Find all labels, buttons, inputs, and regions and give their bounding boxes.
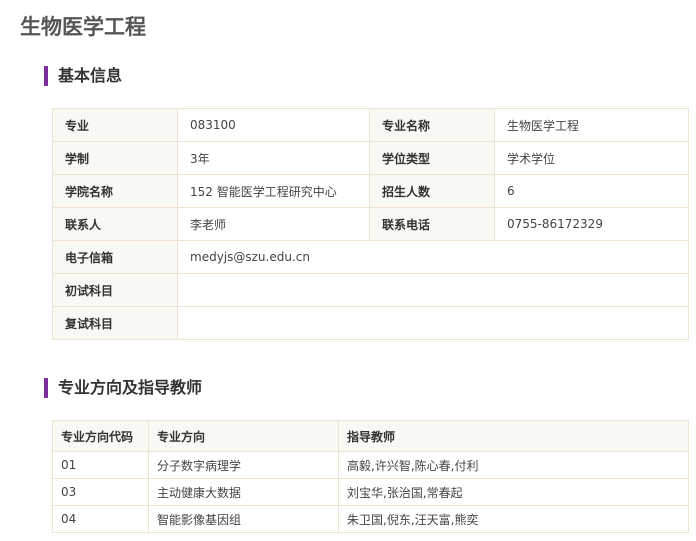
header-code: 专业方向代码 [52, 420, 149, 452]
major-name-label: 专业名称 [369, 108, 495, 142]
page-title: 生物医学工程 [20, 15, 146, 39]
basic-info-table: 专业 083100 专业名称 生物医学工程 学制 3年 学位类型 学术学位 学院… [52, 108, 689, 340]
direction-code: 04 [52, 505, 149, 533]
retest-label: 复试科目 [52, 306, 178, 340]
table-row: 电子信箱 medyjs@szu.edu.cn [52, 240, 689, 274]
table-row: 初试科目 [52, 273, 689, 307]
table-row: 联系人 李老师 联系电话 0755-86172329 [52, 207, 689, 241]
enrollment-value: 6 [494, 174, 689, 208]
college-value: 152 智能医学工程研究中心 [177, 174, 370, 208]
direction-name: 主动健康大数据 [148, 478, 339, 506]
duration-label: 学制 [52, 141, 178, 175]
major-code-label: 专业 [52, 108, 178, 142]
phone-value: 0755-86172329 [494, 207, 689, 241]
table-row: 03 主动健康大数据 刘宝华,张治国,常春起 [52, 478, 689, 506]
direction-name: 智能影像基因组 [148, 505, 339, 533]
direction-advisors: 朱卫国,倪东,汪天富,熊奕 [338, 505, 689, 533]
retest-value [177, 306, 689, 340]
contact-value: 李老师 [177, 207, 370, 241]
header-advisors: 指导教师 [338, 420, 689, 452]
direction-advisors: 高毅,许兴智,陈心春,付利 [338, 451, 689, 479]
table-row: 学制 3年 学位类型 学术学位 [52, 141, 689, 175]
table-row: 04 智能影像基因组 朱卫国,倪东,汪天富,熊奕 [52, 505, 689, 533]
table-row: 复试科目 [52, 306, 689, 340]
duration-value: 3年 [177, 141, 370, 175]
initial-exam-value [177, 273, 689, 307]
major-code-value: 083100 [177, 108, 370, 142]
contact-label: 联系人 [52, 207, 178, 241]
section-title-basic-info: 基本信息 [44, 66, 122, 86]
table-header-row: 专业方向代码 专业方向 指导教师 [52, 420, 689, 452]
direction-advisors: 刘宝华,张治国,常春起 [338, 478, 689, 506]
direction-name: 分子数字病理学 [148, 451, 339, 479]
major-name-value: 生物医学工程 [494, 108, 689, 142]
degree-type-value: 学术学位 [494, 141, 689, 175]
header-direction: 专业方向 [148, 420, 339, 452]
direction-code: 03 [52, 478, 149, 506]
phone-label: 联系电话 [369, 207, 495, 241]
section-title-directions: 专业方向及指导教师 [44, 378, 202, 398]
email-value: medyjs@szu.edu.cn [177, 240, 689, 274]
table-row: 专业 083100 专业名称 生物医学工程 [52, 108, 689, 142]
direction-code: 01 [52, 451, 149, 479]
degree-type-label: 学位类型 [369, 141, 495, 175]
college-label: 学院名称 [52, 174, 178, 208]
initial-exam-label: 初试科目 [52, 273, 178, 307]
table-row: 01 分子数字病理学 高毅,许兴智,陈心春,付利 [52, 451, 689, 479]
directions-table: 专业方向代码 专业方向 指导教师 01 分子数字病理学 高毅,许兴智,陈心春,付… [52, 420, 689, 533]
email-label: 电子信箱 [52, 240, 178, 274]
enrollment-label: 招生人数 [369, 174, 495, 208]
table-row: 学院名称 152 智能医学工程研究中心 招生人数 6 [52, 174, 689, 208]
